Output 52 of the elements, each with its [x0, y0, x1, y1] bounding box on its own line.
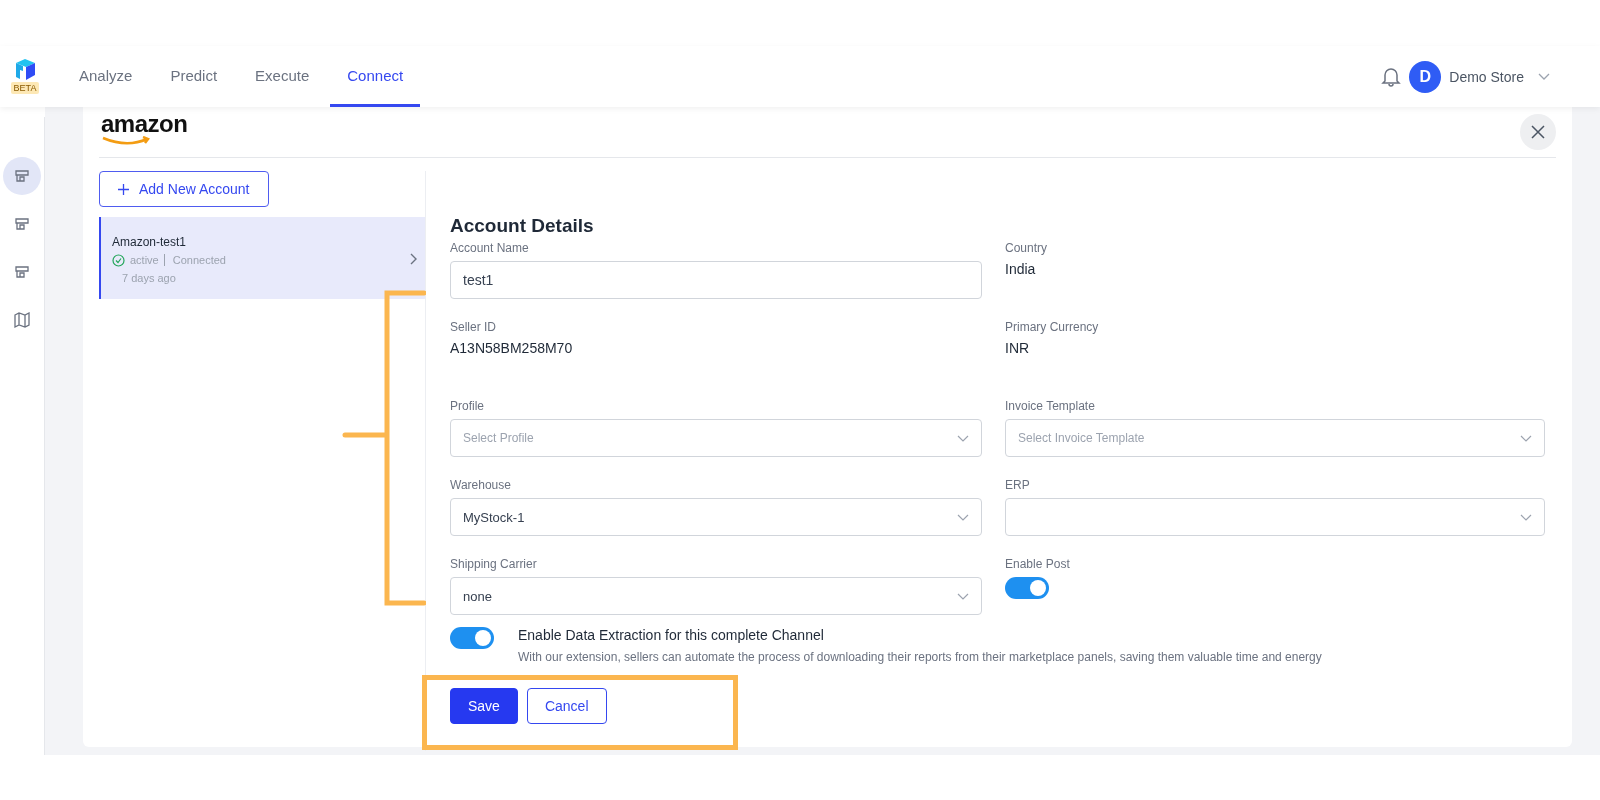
field-label: Shipping Carrier	[450, 557, 538, 571]
field-value: A13N58BM258M70	[450, 340, 574, 356]
nav-tab[interactable]: Execute	[238, 46, 327, 107]
field-label: Warehouse	[450, 478, 512, 492]
bell-icon[interactable]	[1381, 65, 1402, 88]
user-avatar[interactable]: D	[1409, 60, 1442, 93]
toggle-switch[interactable]	[1005, 577, 1049, 599]
close-icon	[1531, 125, 1545, 139]
chevron-down-icon	[1520, 513, 1532, 521]
cancel-button[interactable]: Cancel	[526, 688, 607, 724]
connection-status: Connected	[163, 254, 226, 266]
account-time: 7 days ago	[121, 271, 177, 284]
chevron-right-icon	[410, 253, 417, 265]
check-circle-icon	[112, 253, 125, 267]
toggle-switch[interactable]	[450, 627, 494, 649]
text-input-field[interactable]: test1	[450, 261, 982, 299]
cube-logo-icon	[13, 59, 37, 81]
chevron-down-icon	[1520, 434, 1532, 442]
field-label: Enable Post	[1005, 557, 1071, 571]
chevron-down-icon	[957, 513, 969, 521]
field-label: Profile	[450, 399, 485, 413]
option-description: With our extension, sellers can automate the process of downloading their reports from their marketplace panels, saving them valuable time and energy	[518, 650, 1322, 664]
smile-arrow-icon	[101, 136, 153, 146]
field-value: India	[1005, 261, 1037, 277]
close-button[interactable]	[1520, 114, 1556, 150]
beta-badge: BETA	[10, 82, 40, 94]
field-label: Account Name	[450, 241, 530, 255]
field-label: Seller ID	[450, 320, 497, 334]
store-add-icon[interactable]	[3, 157, 41, 195]
account-name: Amazon-test1	[112, 234, 188, 249]
brand-logo-text: amazon	[101, 112, 188, 136]
dropdown-field[interactable]: none	[450, 577, 982, 615]
nav-tab[interactable]: Analyze	[62, 46, 150, 107]
field-value: INR	[1005, 340, 1031, 356]
chevron-down-icon[interactable]	[1538, 72, 1550, 81]
chevron-down-icon	[957, 434, 969, 442]
field-label: Invoice Template	[1005, 399, 1096, 413]
account-status: active	[130, 254, 159, 266]
dropdown-field[interactable]: MyStock-1	[450, 498, 982, 536]
chevron-down-icon	[957, 592, 969, 600]
option-title: Enable Data Extraction for this complete Channel	[518, 627, 825, 643]
dropdown-field[interactable]	[1005, 498, 1545, 536]
section-title: Account Details	[450, 215, 595, 237]
field-label: ERP	[1005, 478, 1031, 492]
nav-tab[interactable]: Predict	[153, 46, 235, 107]
plus-icon	[118, 183, 129, 195]
account-item[interactable]: Amazon-test1 active Connected 7 days ago	[99, 217, 425, 299]
user-name[interactable]: Demo Store	[1449, 68, 1524, 85]
field-label: Country	[1005, 241, 1049, 255]
save-button[interactable]: Save	[450, 688, 518, 724]
add-account-button[interactable]: Add New Account	[99, 171, 269, 207]
field-label: Primary Currency	[1005, 320, 1100, 334]
